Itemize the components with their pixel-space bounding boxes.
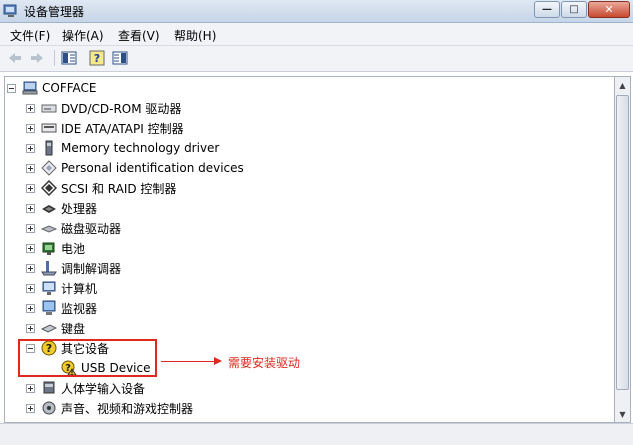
tree-item-memory[interactable]: Memory technology driver <box>26 138 219 158</box>
menu-help[interactable]: 帮助(H) <box>174 27 216 44</box>
tree-item-label: 调制解调器 <box>61 261 122 276</box>
tree-item-disk[interactable]: 磁盘驱动器 <box>26 218 121 238</box>
scroll-down-icon[interactable]: ▼ <box>615 406 630 422</box>
expand-toggle[interactable] <box>26 403 35 413</box>
tree-item-ide[interactable]: IDE ATA/ATAPI 控制器 <box>26 118 184 138</box>
keyboard-icon <box>41 324 57 333</box>
help-button[interactable]: ? <box>88 50 106 66</box>
tree-item-label: Personal identification devices <box>61 161 244 175</box>
battery-icon <box>42 242 55 255</box>
status-bar <box>0 423 633 445</box>
expand-toggle[interactable] <box>26 303 35 313</box>
tree-item-sound[interactable]: 声音、视频和游戏控制器 <box>26 398 193 418</box>
tree-item-label: IDE ATA/ATAPI 控制器 <box>61 121 184 136</box>
modem-icon <box>41 261 57 276</box>
menu-view[interactable]: 查看(V) <box>118 27 160 44</box>
annotation-arrow <box>161 361 215 362</box>
tree-item-scsi[interactable]: SCSI 和 RAID 控制器 <box>26 178 176 198</box>
expand-toggle[interactable] <box>26 243 35 253</box>
scsi-icon <box>41 180 57 196</box>
properties-icon <box>61 51 77 65</box>
scroll-thumb[interactable] <box>616 95 629 390</box>
monitor-icon <box>42 300 56 315</box>
tree-item-label: 声音、视频和游戏控制器 <box>61 401 194 416</box>
tree-item-hid[interactable]: 人体学输入设备 <box>26 378 145 398</box>
tree-item-label: 人体学输入设备 <box>61 381 146 396</box>
title-bar: 设备管理器 — □ ✕ <box>0 0 633 23</box>
annotation-arrow-head <box>214 357 222 365</box>
menu-action[interactable]: 操作(A) <box>62 27 104 44</box>
disk-drive-icon <box>41 225 57 233</box>
maximize-button[interactable]: □ <box>561 1 587 18</box>
forward-arrow-icon <box>31 53 43 63</box>
device-manager-icon <box>3 4 17 17</box>
annotation-text: 需要安装驱动 <box>228 356 301 370</box>
toolbar: ? <box>0 46 633 72</box>
minimize-icon: — <box>542 4 552 15</box>
tree-item-label: 磁盘驱动器 <box>61 221 122 236</box>
maximize-icon: □ <box>569 4 579 15</box>
close-icon: ✕ <box>604 3 614 16</box>
forward-button[interactable] <box>28 50 46 66</box>
tree-item-label: 监视器 <box>61 301 98 316</box>
tree-item-monitor[interactable]: 监视器 <box>26 298 97 318</box>
back-button[interactable] <box>6 50 24 66</box>
tree-item-label: Memory technology driver <box>61 141 220 155</box>
tree-root-label: COFFACE <box>42 81 97 95</box>
expand-toggle[interactable] <box>26 123 35 133</box>
expand-toggle[interactable] <box>26 163 35 173</box>
back-arrow-icon <box>9 53 21 63</box>
expand-toggle[interactable] <box>26 263 35 273</box>
tree-item-label: SCSI 和 RAID 控制器 <box>61 181 177 196</box>
dvd-drive-icon <box>41 104 57 113</box>
expand-toggle[interactable] <box>26 183 35 193</box>
update-driver-icon <box>112 51 128 65</box>
tree-item-keyboard[interactable]: 键盘 <box>26 318 85 338</box>
tree-root[interactable]: COFFACE <box>7 78 97 98</box>
expand-toggle[interactable] <box>26 143 35 153</box>
tree-item-label: DVD/CD-ROM 驱动器 <box>61 101 182 116</box>
update-driver-button[interactable] <box>111 50 129 66</box>
expand-toggle[interactable] <box>26 203 35 213</box>
tree-item-label: 计算机 <box>61 281 98 296</box>
tree-item-modem[interactable]: 调制解调器 <box>26 258 121 278</box>
minimize-button[interactable]: — <box>534 1 560 18</box>
hid-icon <box>43 381 55 394</box>
tree-item-dvd[interactable]: DVD/CD-ROM 驱动器 <box>26 98 181 118</box>
ide-controller-icon <box>41 123 57 133</box>
memory-icon <box>45 140 53 156</box>
id-device-icon <box>41 160 57 176</box>
properties-button[interactable] <box>60 50 78 66</box>
computer-small-icon <box>42 281 56 295</box>
computer-icon <box>22 81 38 95</box>
expand-toggle[interactable] <box>26 103 35 113</box>
collapse-toggle[interactable] <box>7 83 16 93</box>
help-icon: ? <box>89 50 105 66</box>
menu-file[interactable]: 文件(F) <box>10 27 50 44</box>
svg-text:?: ? <box>94 52 100 65</box>
tree-item-personal-id[interactable]: Personal identification devices <box>26 158 244 178</box>
expand-toggle[interactable] <box>26 283 35 293</box>
tree-item-label: 电池 <box>61 241 86 256</box>
tree-item-computer[interactable]: 计算机 <box>26 278 97 298</box>
tree-item-battery[interactable]: 电池 <box>26 238 85 258</box>
tree-item-label: 键盘 <box>61 321 86 336</box>
scroll-up-icon[interactable]: ▲ <box>615 77 630 93</box>
expand-toggle[interactable] <box>26 223 35 233</box>
window-title: 设备管理器 <box>24 5 85 19</box>
vertical-scrollbar[interactable]: ▲ ▼ <box>614 76 631 423</box>
highlight-box <box>18 339 157 377</box>
tree-item-processor[interactable]: 处理器 <box>26 198 97 218</box>
expand-toggle[interactable] <box>26 323 35 333</box>
tree-item-label: 处理器 <box>61 201 98 216</box>
sound-icon <box>42 401 56 415</box>
expand-toggle[interactable] <box>26 383 35 393</box>
toolbar-separator <box>54 50 55 66</box>
processor-icon <box>42 205 56 213</box>
menu-bar: 文件(F) 操作(A) 查看(V) 帮助(H) <box>0 23 633 46</box>
close-button[interactable]: ✕ <box>588 1 630 18</box>
